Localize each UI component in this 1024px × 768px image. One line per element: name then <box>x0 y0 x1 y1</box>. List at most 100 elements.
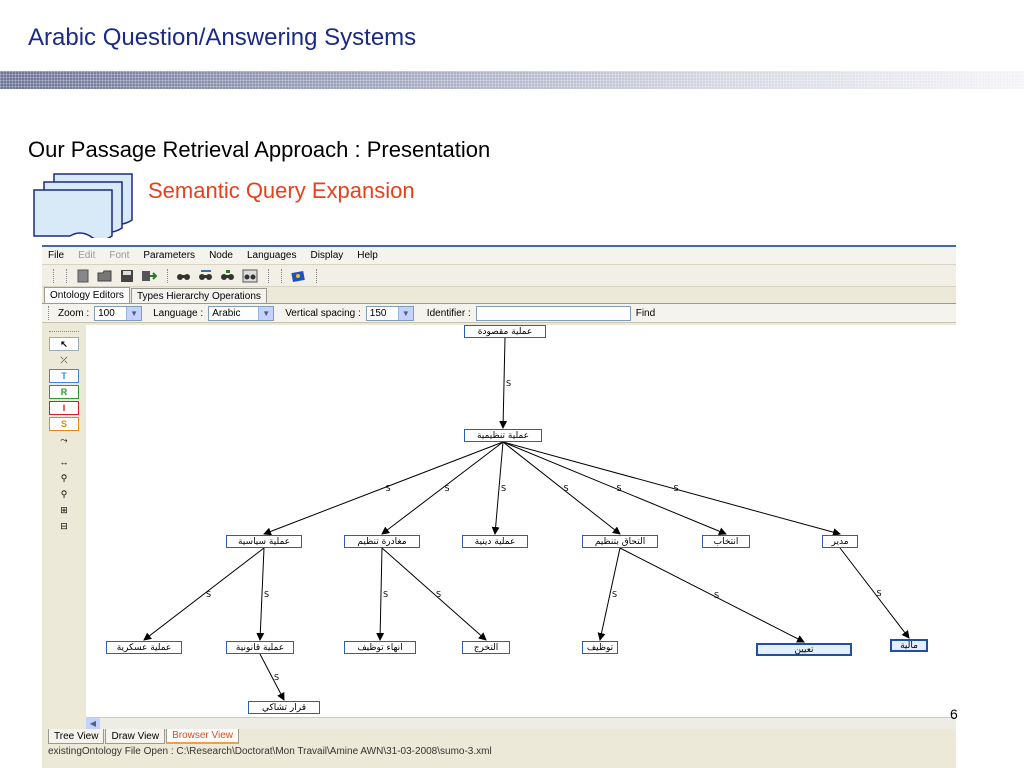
graph-canvas[interactable]: S S S S S S S S S S S S S S S عملية مقصودة عملية تنظيم… <box>86 325 956 717</box>
graph-node[interactable]: انهاء توظيف <box>344 641 416 654</box>
toolbar-grip[interactable] <box>53 268 56 283</box>
zoom-select[interactable]: 100 ▼ <box>94 305 143 321</box>
save-icon[interactable] <box>118 268 136 284</box>
menu-parameters[interactable]: Parameters <box>143 250 195 261</box>
chevron-down-icon[interactable]: ▼ <box>126 306 142 320</box>
horizontal-scrollbar[interactable]: ◀ <box>86 717 956 729</box>
graph-edge <box>839 547 910 639</box>
graph-node[interactable]: عملية قانونية <box>226 641 294 654</box>
edge-label: S <box>436 590 441 599</box>
menu-help[interactable]: Help <box>357 250 378 261</box>
editor-tabs: Ontology Editors Types Hierarchy Operati… <box>42 287 956 303</box>
synonym-tool[interactable]: S <box>49 417 79 431</box>
browser-icon[interactable] <box>289 268 307 284</box>
find-label[interactable]: Find <box>636 308 655 319</box>
collapse-tree-icon[interactable]: ⊟ <box>49 519 79 533</box>
find-type-icon[interactable] <box>219 268 237 284</box>
instance-tool[interactable]: I <box>49 401 79 415</box>
graph-node[interactable]: مغادرة تنظيم <box>344 535 420 548</box>
graph-edge <box>381 547 487 641</box>
graph-node[interactable]: التخرج <box>462 641 510 654</box>
slide-title: Arabic Question/Answering Systems <box>28 24 417 51</box>
status-bar: existingOntology File Open : C:\Research… <box>48 746 492 757</box>
graph-node[interactable]: قرار تشاكي <box>248 701 320 714</box>
menu-file[interactable]: File <box>48 250 64 261</box>
type-tool[interactable]: T <box>49 369 79 383</box>
graph-edge <box>502 441 621 535</box>
graph-node[interactable]: توظيف <box>582 641 618 654</box>
zoom-out-icon[interactable]: ⚲ <box>49 487 79 501</box>
new-file-icon[interactable] <box>74 268 92 284</box>
graph-edge <box>259 653 285 701</box>
chevron-down-icon[interactable]: ▼ <box>397 306 413 320</box>
vertical-spacing-label: Vertical spacing : <box>285 307 361 319</box>
tab-ontology-editors[interactable]: Ontology Editors <box>44 287 130 303</box>
language-label: Language : <box>153 307 204 319</box>
fit-width-icon[interactable]: ↔ <box>49 455 79 469</box>
edge-label: S <box>564 484 569 493</box>
chevron-left-icon[interactable]: ◀ <box>86 718 100 729</box>
find-icon[interactable] <box>175 268 193 284</box>
identifier-label: Identifier : <box>426 307 471 319</box>
view-tabs: Tree View Draw View Browser View <box>42 729 240 745</box>
zoom-in-icon[interactable]: ⚲ <box>49 471 79 485</box>
ontology-editor-window: File Edit Font Parameters Node Languages… <box>42 245 956 768</box>
edge-label: S <box>674 484 679 493</box>
graph-node[interactable]: عملية تنظيمية <box>464 429 542 442</box>
connect-tool-icon[interactable]: ⤳ <box>49 433 79 447</box>
menu-languages[interactable]: Languages <box>247 250 297 261</box>
graph-node[interactable]: عملية مقصودة <box>464 325 546 338</box>
menu-font[interactable]: Font <box>109 250 129 261</box>
expand-tree-icon[interactable]: ⊞ <box>49 503 79 517</box>
export-icon[interactable] <box>140 268 158 284</box>
edge-label: S <box>383 590 388 599</box>
chevron-down-icon[interactable]: ▼ <box>258 306 274 320</box>
graph-node[interactable]: عملية عسكرية <box>106 641 182 654</box>
language-select[interactable]: Arabic ▼ <box>208 305 275 321</box>
edge-label: S <box>714 591 719 600</box>
graph-edge <box>143 547 265 641</box>
select-tool-icon[interactable]: ↖ <box>49 337 79 351</box>
graph-edge <box>376 547 385 641</box>
graph-edges: S S S S S S S S S S S S S S S <box>143 337 910 701</box>
tab-browser-view[interactable]: Browser View <box>166 729 240 744</box>
open-folder-icon[interactable] <box>96 268 114 284</box>
menu-edit[interactable]: Edit <box>78 250 95 261</box>
page-number: 6 <box>950 706 958 722</box>
edge-label: S <box>877 589 882 598</box>
tab-draw-view[interactable]: Draw View <box>105 729 166 744</box>
tab-types-hierarchy-operations[interactable]: Types Hierarchy Operations <box>130 288 267 303</box>
menu-bar: File Edit Font Parameters Node Languages… <box>42 247 956 265</box>
vertical-spacing-value: 150 <box>369 307 387 319</box>
options-bar: Zoom : 100 ▼ Language : Arabic ▼ Vertica… <box>42 303 956 323</box>
graph-node[interactable]: مدير <box>822 535 858 548</box>
menu-display[interactable]: Display <box>310 250 343 261</box>
section-title: Semantic Query Expansion <box>148 178 415 203</box>
identifier-input[interactable] <box>475 305 631 321</box>
graph-node[interactable]: عملية دينية <box>462 535 528 548</box>
edge-label: S <box>501 484 506 493</box>
graph-node[interactable]: التحاق بتنظيم <box>582 535 658 548</box>
graph-node[interactable]: عملية سياسية <box>226 535 302 548</box>
graph-edge <box>499 337 508 429</box>
toolbar-grip[interactable] <box>66 268 69 283</box>
tab-tree-view[interactable]: Tree View <box>48 729 105 744</box>
relation-tool[interactable]: R <box>49 385 79 399</box>
link-tool-icon[interactable]: ⤫ <box>49 353 79 367</box>
options-grip[interactable] <box>48 306 51 320</box>
menu-node[interactable]: Node <box>209 250 233 261</box>
edge-label: S <box>386 484 391 493</box>
find-relation-icon[interactable] <box>241 268 259 284</box>
graph-edge <box>502 441 727 536</box>
toolbar-separator <box>167 268 170 283</box>
edge-label: S <box>612 590 617 599</box>
graph-edge <box>502 441 841 537</box>
graph-node-selected[interactable]: تعيين <box>756 643 852 656</box>
vertical-spacing-select[interactable]: 150 ▼ <box>365 305 414 321</box>
graph-edge <box>381 441 504 535</box>
edge-label: S <box>617 484 622 493</box>
find-next-icon[interactable] <box>197 268 215 284</box>
graph-node-selected[interactable]: مالية <box>890 639 928 652</box>
graph-node[interactable]: انتخاب <box>702 535 750 548</box>
palette-separator <box>49 331 79 335</box>
